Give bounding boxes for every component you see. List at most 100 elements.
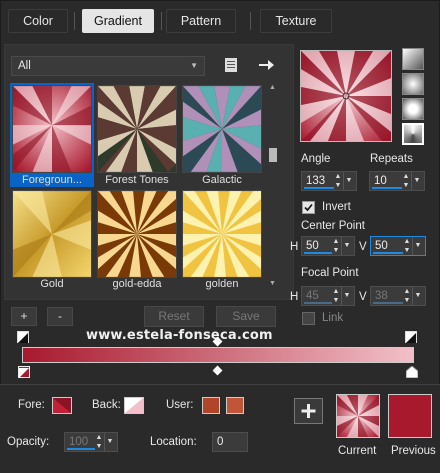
gradient-thumb-label: Galactic	[202, 174, 242, 186]
gradient-thumb-label: Foregroun...	[22, 174, 82, 186]
gradient-thumb[interactable]	[97, 190, 177, 281]
back-swatch-icon	[125, 398, 143, 413]
gradient-thumb[interactable]	[12, 190, 92, 281]
opacity-label: Opacity:	[7, 436, 50, 448]
angle-underline	[304, 187, 334, 189]
spinner-arrows-icon[interactable]: ▲ ▼	[403, 287, 411, 305]
repeats-underline	[372, 187, 402, 189]
scroll-down-icon[interactable]: ▼	[269, 280, 276, 287]
focal-v-label: V	[359, 291, 367, 303]
chevron-down-icon[interactable]: ▼	[104, 433, 115, 451]
center-h-value: 50	[306, 240, 319, 252]
chevron-down-icon[interactable]: ▼	[341, 237, 352, 255]
center-v-underline	[373, 252, 403, 254]
center-point-label: Center Point	[301, 220, 365, 232]
opacity-spinner[interactable]: 100 ▲ ▼ ▼	[64, 432, 118, 452]
fore-label: Fore:	[18, 399, 45, 411]
back-stop-icon[interactable]	[405, 331, 417, 343]
focal-h-underline	[304, 302, 332, 304]
gradient-preview[interactable]	[300, 50, 392, 142]
fore-stop-icon[interactable]	[17, 331, 29, 343]
spinner-arrows-icon[interactable]: ▲ ▼	[332, 287, 340, 305]
tab-pattern[interactable]: Pattern	[166, 9, 236, 33]
tab-color[interactable]: Color	[8, 9, 68, 33]
center-v-value: 50	[375, 240, 388, 252]
arrow-right-icon[interactable]	[256, 56, 276, 74]
chevron-down-icon[interactable]: ▼	[412, 287, 423, 305]
gradient-preview-image	[301, 51, 391, 141]
center-h-underline	[304, 252, 332, 254]
gradient-preview-galactic	[182, 85, 262, 173]
focal-v-value: 38	[375, 290, 388, 302]
user-swatch-1[interactable]	[202, 397, 220, 414]
library-scrollbar[interactable]: ▲ ▼	[268, 84, 278, 290]
focal-h-value: 45	[306, 290, 319, 302]
current-swatch[interactable]	[336, 394, 380, 438]
radial-style-button[interactable]	[402, 98, 424, 120]
color-stop-end[interactable]	[405, 365, 419, 379]
previous-label: Previous	[391, 445, 436, 457]
library-menu-icon[interactable]	[222, 56, 240, 74]
scroll-thumb[interactable]	[269, 148, 277, 162]
add-color-button[interactable]	[294, 398, 323, 424]
spinner-arrows-icon[interactable]: ▲ ▼	[402, 172, 410, 190]
fore-swatch[interactable]	[52, 397, 72, 414]
scroll-up-icon[interactable]: ▲	[269, 84, 276, 91]
linear-style-button[interactable]	[402, 48, 424, 70]
color-stop-start[interactable]	[18, 366, 30, 378]
fore-swatch-icon	[53, 398, 71, 413]
gradient-thumb-label: Forest Tones	[105, 174, 169, 186]
add-gradient-button[interactable]: +	[11, 307, 37, 326]
angle-value: 133	[306, 175, 326, 187]
focal-v-spinner[interactable]: 38 ▲ ▼ ▼	[370, 286, 426, 306]
checkmark-icon	[304, 203, 313, 212]
repeats-spinner[interactable]: 10 ▲ ▼ ▼	[369, 171, 425, 191]
chevron-down-icon[interactable]: ▼	[412, 237, 423, 255]
spinner-arrows-icon[interactable]: ▲ ▼	[95, 433, 103, 451]
gradient-thumb[interactable]	[182, 85, 262, 176]
tab-color-label: Color	[23, 14, 53, 28]
gradient-thumb[interactable]	[97, 85, 177, 176]
back-swatch[interactable]	[124, 397, 144, 414]
tab-gradient[interactable]: Gradient	[82, 9, 154, 33]
gradient-preview-gold	[12, 190, 92, 278]
watermark-text: www.estela-fonseca.com	[86, 328, 273, 343]
angle-spinner[interactable]: 133 ▲ ▼ ▼	[301, 171, 357, 191]
sunburst-style-button[interactable]	[402, 123, 424, 145]
tab-texture-label: Texture	[275, 14, 317, 28]
rectangular-style-button[interactable]	[402, 73, 424, 95]
user-label: User:	[166, 399, 194, 411]
gradient-thumb-label: golden	[205, 278, 239, 290]
remove-gradient-button[interactable]: -	[47, 307, 73, 326]
invert-checkbox[interactable]	[302, 201, 315, 214]
center-v-label: V	[359, 241, 367, 253]
category-select[interactable]: All ▼	[11, 56, 205, 76]
spinner-arrows-icon[interactable]: ▲ ▼	[332, 237, 340, 255]
gradient-preview-foreground	[12, 85, 92, 173]
reset-button[interactable]: Reset	[144, 306, 204, 327]
tab-gradient-label: Gradient	[94, 14, 142, 28]
focal-h-spinner[interactable]: 45 ▲ ▼ ▼	[301, 286, 355, 306]
opacity-underline	[67, 448, 95, 450]
tab-texture[interactable]: Texture	[260, 9, 332, 33]
link-checkbox[interactable]	[302, 312, 315, 325]
chevron-down-icon[interactable]: ▼	[343, 172, 354, 190]
tab-separator	[74, 12, 75, 30]
center-v-spinner[interactable]: 50 ▲ ▼ ▼	[370, 236, 426, 256]
chevron-down-icon: ▼	[190, 61, 198, 70]
location-input[interactable]: 0	[212, 432, 248, 452]
chevron-down-icon[interactable]: ▼	[341, 287, 352, 305]
back-label: Back:	[92, 399, 121, 411]
gradient-bar[interactable]	[22, 347, 414, 363]
current-gradient-preview	[337, 395, 379, 437]
spinner-arrows-icon[interactable]: ▲ ▼	[403, 237, 411, 255]
gradient-thumb[interactable]	[182, 190, 262, 281]
spinner-arrows-icon[interactable]: ▲ ▼	[334, 172, 342, 190]
previous-swatch[interactable]	[388, 394, 432, 438]
save-button[interactable]: Save	[216, 306, 276, 327]
chevron-down-icon[interactable]: ▼	[411, 172, 422, 190]
center-h-spinner[interactable]: 50 ▲ ▼ ▼	[301, 236, 355, 256]
tab-separator	[250, 12, 251, 30]
gradient-thumb[interactable]	[12, 85, 92, 176]
user-swatch-2[interactable]	[226, 397, 244, 414]
